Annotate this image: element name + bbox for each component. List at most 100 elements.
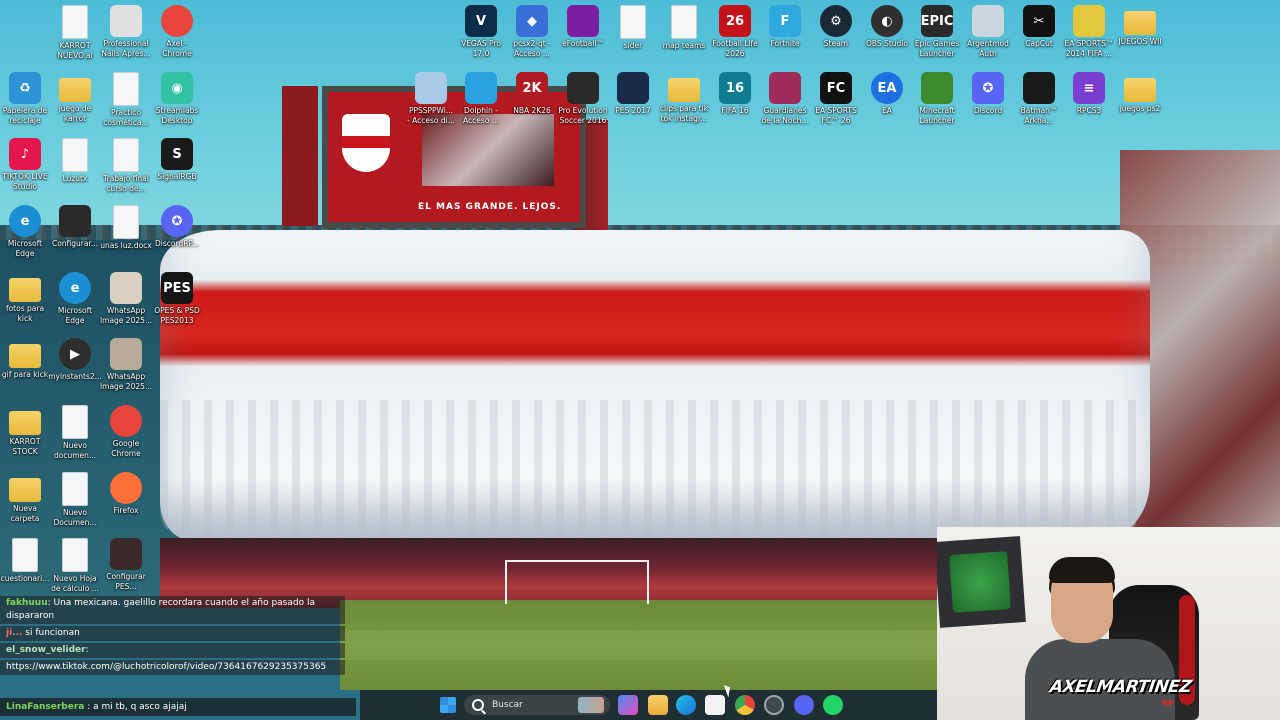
desktop-icon-label: JUEGOS WII xyxy=(1118,37,1162,46)
desktop-icon-image xyxy=(113,138,139,172)
chrome-icon[interactable] xyxy=(735,695,755,715)
streamer-logo: AXELMARTINEZ xyxy=(1048,677,1193,697)
desktop-icon-image xyxy=(59,78,91,102)
chat-message: https://www.tiktok.com/@luchotricolorof/… xyxy=(0,660,345,675)
start-button[interactable] xyxy=(440,697,456,713)
desktop-icon-image: ≡ xyxy=(1073,72,1105,104)
search-placeholder: Buscar xyxy=(492,700,523,710)
desktop-icon-image xyxy=(62,472,88,506)
chat-username: fakhuuu xyxy=(6,598,48,608)
wallpaper-pitch xyxy=(340,600,940,690)
desktop-icon-image xyxy=(113,205,139,239)
desktop-icon-image xyxy=(9,278,41,302)
desktop-icon-image xyxy=(1124,78,1156,102)
desktop-icon-image: e xyxy=(9,205,41,237)
desktop-icon-image: ✪ xyxy=(161,205,193,237)
settings-icon[interactable] xyxy=(764,695,784,715)
desktop-icon[interactable]: ◉ Streamlabs Desktop xyxy=(147,72,207,126)
chat-message-text: : Una mexicana. gaelillo recordara cuand… xyxy=(6,598,315,621)
desktop-icon[interactable]: Configurar PES... xyxy=(96,538,156,592)
desktop-icon-image: ♪ xyxy=(9,138,41,170)
desktop-icon-image: FC xyxy=(820,72,852,104)
desktop-icon[interactable]: PES OPES & PSD PES2013 xyxy=(147,272,207,326)
desktop-icon-image xyxy=(110,472,142,504)
desktop-icon[interactable]: Axel - Chrome xyxy=(147,5,207,59)
chat-message-text: : a mi tb, q asco ajajaj xyxy=(87,702,187,712)
wallpaper-giant-flag xyxy=(160,230,1150,540)
desktop-icon-label: Axel - Chrome xyxy=(162,39,192,58)
desktop-icon-image: ◆ xyxy=(516,5,548,37)
whatsapp-icon[interactable] xyxy=(823,695,843,715)
desktop-icon-image: ⚙ xyxy=(820,5,852,37)
copilot-icon[interactable] xyxy=(618,695,638,715)
discord-icon[interactable] xyxy=(794,695,814,715)
desktop-icon-image: ♻ xyxy=(9,72,41,104)
wallpaper-tower xyxy=(282,86,318,226)
desktop-icon-image xyxy=(110,538,142,570)
river-plate-crest xyxy=(342,114,390,172)
chat-message: el_snow_velider: xyxy=(0,643,345,658)
desktop-icon-image: PES xyxy=(161,272,193,304)
desktop-icon-image xyxy=(617,72,649,104)
desktop-icon-image: S xyxy=(161,138,193,170)
chat-link[interactable]: https://www.tiktok.com/@luchotricolorof/… xyxy=(6,662,326,672)
desktop-icon-image xyxy=(59,205,91,237)
streamer-logo-sub: RP xyxy=(1162,699,1175,708)
desktop-icon-image xyxy=(62,538,88,572)
desktop-icon-image xyxy=(113,72,139,106)
desktop-icon-image: ▶ xyxy=(59,338,91,370)
desktop-icon-image: EA xyxy=(871,72,903,104)
search-highlight-icon xyxy=(578,697,604,713)
desktop-icon-image xyxy=(465,72,497,104)
desktop-icon-image xyxy=(567,5,599,37)
file-explorer-icon[interactable] xyxy=(648,695,668,715)
desktop-icon-image: ✂ xyxy=(1023,5,1055,37)
desktop-icon[interactable]: Firefox xyxy=(96,472,156,516)
desktop-icon-image xyxy=(671,5,697,39)
desktop-icon[interactable]: Google Chrome xyxy=(96,405,156,459)
desktop-icon[interactable]: JUEGOS WII xyxy=(1110,5,1170,47)
chat-message-text: si funcionan xyxy=(22,628,80,638)
desktop-icon-image: F xyxy=(769,5,801,37)
desktop-icon[interactable]: juegos ps2 xyxy=(1110,72,1170,114)
desktop-icon-label: juegos ps2 xyxy=(1119,104,1161,113)
desktop-icon-image xyxy=(110,338,142,370)
desktop-icon-label: WhatsApp Image 2025... xyxy=(99,372,153,391)
desktop-icon[interactable]: S SignalRGB xyxy=(147,138,207,182)
desktop-icon-image xyxy=(620,5,646,39)
desktop-icon[interactable]: WhatsApp Image 2025... xyxy=(96,338,156,392)
wall-frame xyxy=(937,536,1026,628)
store-icon[interactable] xyxy=(705,695,725,715)
desktop-icon-image xyxy=(9,478,41,502)
desktop-icon-image: 2K xyxy=(516,72,548,104)
desktop-icon-image xyxy=(668,78,700,102)
desktop-icon-image xyxy=(9,411,41,435)
desktop-icon-image: ◉ xyxy=(161,72,193,104)
desktop-icon-label: Configurar PES... xyxy=(106,572,146,591)
chat-message: fakhuuu: Una mexicana. gaelillo recordar… xyxy=(0,596,345,624)
desktop-icon[interactable]: ✪ DiscordRP... xyxy=(147,205,207,249)
desktop-icon-label: Firefox xyxy=(113,506,139,515)
desktop-icon-image: V xyxy=(465,5,497,37)
desktop-icon-label: Google Chrome xyxy=(111,439,141,458)
desktop-icon-image xyxy=(567,72,599,104)
stream-chat-overlay: fakhuuu: Una mexicana. gaelillo recordar… xyxy=(0,596,360,677)
desktop-icon-image xyxy=(62,138,88,172)
streamer-hair-top xyxy=(1049,557,1115,583)
desktop-icon-image xyxy=(110,405,142,437)
desktop-icon-image xyxy=(161,5,193,37)
desktop-icon-image xyxy=(921,72,953,104)
desktop-icon-image xyxy=(110,5,142,37)
chat-username: LinaFanserbera xyxy=(6,702,85,712)
chat-last-message: LinaFanserbera : a mi tb, q asco ajajaj xyxy=(0,698,356,716)
desktop-icon-image xyxy=(110,272,142,304)
edge-icon[interactable] xyxy=(676,695,696,715)
desktop-icon-image xyxy=(1124,11,1156,35)
scoreboard-slogan: EL MAS GRANDE. LEJOS. xyxy=(418,202,562,212)
desktop-icon-image xyxy=(972,5,1004,37)
desktop-icon-image: EPIC xyxy=(921,5,953,37)
desktop-icon-image: 16 xyxy=(719,72,751,104)
streamer-webcam: AXELMARTINEZ RP xyxy=(937,527,1280,720)
chat-username: el_snow_velider xyxy=(6,645,86,655)
desktop-icon-label: OPES & PSD PES2013 xyxy=(154,306,200,325)
